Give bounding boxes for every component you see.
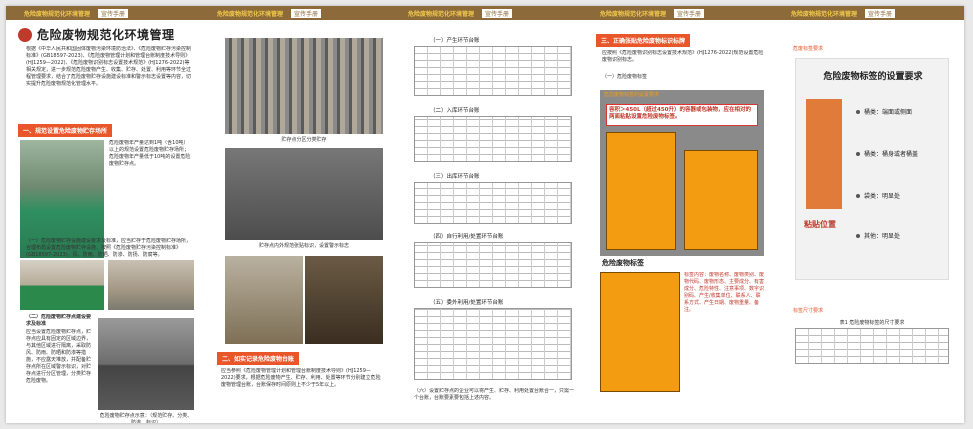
storage-photo [20, 260, 104, 310]
photo-caption: 危险废物贮存点示意：（规范贮存、分类、防渗、标识） [99, 413, 193, 423]
sample-label-left [606, 132, 676, 250]
storage-point-photo [98, 318, 194, 410]
table-label-1: （一）产生环节台账 [430, 38, 480, 44]
intro-text: 根据《中华人民共和国固体废物污染环境防治法》、《危险废物贮存污染控制标准》(GB… [26, 46, 192, 87]
warning-box: 容积＞450L（超过450升）的容器或包装物，应在相对的两面粘贴设置危险废物标签… [606, 104, 758, 126]
page-title: 危险废物规范化环境管理 [37, 28, 175, 42]
size-table [795, 328, 949, 364]
ledger-table-1 [414, 46, 572, 96]
section3-text: 应按照《危险废物识别标志设置技术规范》(HJ1276-2022)规范设置危险废物… [602, 50, 764, 63]
panel-5: 危险废物规范化环境管理 宣传手册 危废标签要求 危险废物标签的设置要求 桶类：端面… [773, 6, 964, 423]
section1-text: 危险废物年产量达到1吨（含10吨）以上的规范设置危险废物贮存场所；危险废物年产量… [109, 140, 191, 167]
hazard-label-sample [600, 272, 680, 392]
panel-header: 危险废物规范化环境管理 宣传手册 [390, 6, 582, 20]
paste-position-label: 粘贴位置 [804, 220, 836, 229]
sample-label-right [684, 150, 758, 250]
size-table-title: 表1 危险废物标签的尺寸要求 [839, 320, 905, 326]
labels-photo [225, 148, 383, 240]
photo-caption-2: 贮存点内外规范张贴标识，设置警示标志 [258, 243, 349, 249]
barrels-photo [225, 256, 303, 344]
label-requirements-board: 危险废物标签的设置要求 容积＞450L（超过450升）的容器或包装物，应在相对的… [600, 90, 764, 256]
label-content-note: 标签内容：废物名称、废物类别、废物代码、废物形态、主要成分、有害成分、危险特性、… [684, 272, 764, 313]
tag-label-requirements: 危废标签要求 [793, 46, 824, 52]
bullet-icon [856, 233, 860, 238]
panel-header: 危险废物规范化环境管理 宣传手册 [6, 6, 199, 20]
panel-header: 危险废物规范化环境管理 宣传手册 [199, 6, 390, 20]
bullet-icon [856, 109, 860, 114]
ledger-table-5 [414, 308, 572, 380]
section-heading-2: 二、如实记录危险废物台账 [217, 352, 300, 365]
panel-3: 危险废物规范化环境管理 宣传手册 （一）产生环节台账 （二）入库环节台账 （三）出… [390, 6, 582, 423]
table-label-2: （二）入库环节台账 [430, 108, 480, 114]
page-title-bar: 危险废物规范化环境管理 [18, 26, 199, 43]
subsection-label: （一）危险废物标签 [602, 74, 648, 80]
subsection-2: （二）危险废物贮存点建设要求及标准 [26, 314, 92, 327]
section1-text-3: 应当设置危险废物贮存点，贮存点应具有固定的区域边界，与其他区域进行隔离，采取防风… [26, 329, 92, 384]
section-heading-3: 三、正确张贴危险废物标识标牌 [596, 34, 691, 47]
table-label-3: （三）出库环节台账 [430, 174, 480, 180]
table-label-5: （五）委外利用/处置环节台账 [430, 300, 504, 306]
ledger-note: （六）设置贮存点的企业可以将产生、贮存、利用处置台账合一，只需一个台账，台账要素… [414, 388, 574, 401]
brochure-sheet: 危险废物规范化环境管理 宣传手册 危险废物规范化环境管理 根据《中华人民共和国固体… [6, 6, 964, 423]
placement-item-2: 桶类：桶身或者桶盖 [856, 149, 918, 158]
table-label-4: （四）自行利用/处置环节台账 [430, 234, 504, 240]
bullet-icon [856, 151, 860, 156]
panel-1: 危险废物规范化环境管理 宣传手册 危险废物规范化环境管理 根据《中华人民共和国固体… [6, 6, 199, 423]
bullet-icon [856, 193, 860, 198]
placement-item-3: 袋类：明显处 [856, 191, 900, 200]
requirements-card: 危险废物标签的设置要求 桶类：端面或侧面 桶类：桶身或者桶盖 袋类：明显处 其他… [795, 58, 949, 280]
section2-text: 应当参照《危险废物管理计划和管理台账制度技术导则》(HJ1259—2022)要求… [221, 368, 381, 388]
placement-item-1: 桶类：端面或侧面 [856, 107, 912, 116]
placement-item-4: 其他：明显处 [856, 231, 900, 240]
ledger-table-2 [414, 116, 572, 162]
panel-2: 危险废物规范化环境管理 宣传手册 贮存点分区分类贮存 贮存点内外规范张贴标识，设置… [199, 6, 390, 423]
tag-size-requirements: 标签尺寸要求 [793, 308, 824, 314]
section-heading-1: 一、规范设置危险废物贮存场所 [18, 124, 113, 137]
sample-label-title: 危险废物标签 [602, 259, 644, 267]
panel-header: 危险废物规范化环境管理 宣传手册 [773, 6, 964, 20]
card-title: 危险废物标签的设置要求 [823, 72, 923, 82]
photo-caption-1: 贮存点分区分类贮存 [281, 137, 327, 143]
panel-4: 危险废物规范化环境管理 宣传手册 三、正确张贴危险废物标识标牌 应按照《危险废物识… [582, 6, 773, 423]
ledger-table-3 [414, 182, 572, 224]
panel-header: 危险废物规范化环境管理 宣传手册 [582, 6, 773, 20]
label-sample-icon [806, 99, 842, 209]
logo-icon [18, 27, 32, 42]
shelf-photo [225, 38, 383, 134]
drums-photo [305, 256, 383, 344]
shed-photo [108, 260, 194, 310]
ledger-table-4 [414, 242, 572, 288]
board-header: 危险废物标签的设置要求 [604, 92, 660, 98]
